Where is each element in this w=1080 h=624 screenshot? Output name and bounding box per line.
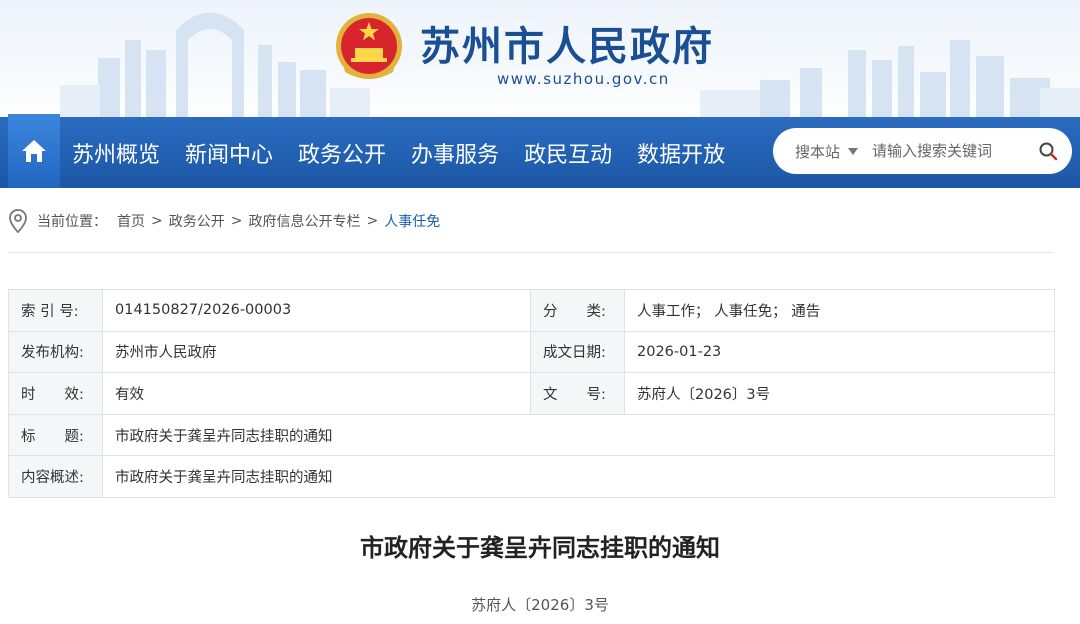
site-url: www.suzhou.gov.cn [497, 70, 670, 88]
nav-home-button[interactable] [8, 114, 60, 188]
date-value: 2026-01-23 [624, 330, 1055, 374]
table-row: 时 效: 有效 文 号: 苏府人〔2026〕3号 [8, 372, 1055, 415]
breadcrumb-prefix: 当前位置： [37, 214, 107, 230]
validity-value: 有效 [102, 372, 531, 415]
index-label: 索 引 号: [8, 289, 103, 332]
search-icon[interactable] [1038, 141, 1058, 161]
nav-item-news[interactable]: 新闻中心 [185, 137, 273, 169]
category-label: 分 类: [530, 289, 625, 332]
summary-value: 市政府关于龚呈卉同志挂职的通知 [102, 455, 1055, 498]
location-pin-icon [9, 209, 27, 233]
national-emblem-icon [336, 13, 402, 79]
table-row: 发布机构: 苏州市人民政府 成文日期: 2026-01-23 [8, 330, 1055, 374]
home-icon [22, 140, 46, 162]
breadcrumb: 当前位置： 首页 > 政务公开 > 政府信息公开专栏 > 人事任免 [8, 208, 440, 234]
table-row: 索 引 号: 014150827/2026-00003 分 类: 人事工作； 人… [8, 289, 1055, 332]
nav-items: 苏州概览 新闻中心 政务公开 办事服务 政民互动 数据开放 [72, 117, 750, 188]
chevron-down-icon[interactable] [848, 147, 859, 155]
nav-item-interaction[interactable]: 政民互动 [524, 137, 612, 169]
breadcrumb-gov-affairs[interactable]: 政务公开 [169, 211, 225, 231]
table-row: 内容概述: 市政府关于龚呈卉同志挂职的通知 [8, 455, 1055, 498]
breadcrumb-current[interactable]: 人事任免 [384, 211, 440, 231]
index-value: 014150827/2026-00003 [102, 289, 531, 332]
publisher-label: 发布机构: [8, 330, 103, 374]
nav-item-open-data[interactable]: 数据开放 [637, 137, 725, 169]
search-box: 搜本站 [773, 128, 1072, 174]
search-input[interactable] [872, 142, 1033, 160]
nav-item-overview[interactable]: 苏州概览 [72, 137, 160, 169]
date-label: 成文日期: [530, 330, 625, 374]
search-scope-select[interactable]: 搜本站 [795, 141, 840, 162]
summary-label: 内容概述: [8, 455, 103, 498]
title-value: 市政府关于龚呈卉同志挂职的通知 [102, 413, 1055, 457]
breadcrumb-separator: > [366, 213, 379, 229]
breadcrumb-separator: > [151, 213, 163, 229]
doc-number-label: 文 号: [530, 372, 625, 415]
article-doc-number: 苏府人〔2026〕3号 [471, 596, 609, 614]
divider [8, 252, 1054, 253]
breadcrumb-home[interactable]: 首页 [117, 211, 145, 231]
nav-item-services[interactable]: 办事服务 [411, 137, 499, 169]
article-title: 市政府关于龚呈卉同志挂职的通知 [360, 534, 720, 562]
document-info-table: 索 引 号: 014150827/2026-00003 分 类: 人事工作； 人… [8, 289, 1055, 498]
category-value: 人事工作； 人事任免； 通告 [624, 289, 1055, 332]
title-label: 标 题: [8, 413, 103, 457]
publisher-value: 苏州市人民政府 [102, 330, 531, 374]
doc-number-value: 苏府人〔2026〕3号 [624, 372, 1055, 415]
validity-label: 时 效: [8, 372, 103, 415]
header-banner: 苏州市人民政府 www.suzhou.gov.cn [0, 0, 1080, 117]
table-row: 标 题: 市政府关于龚呈卉同志挂职的通知 [8, 413, 1055, 457]
breadcrumb-info-column[interactable]: 政府信息公开专栏 [248, 211, 360, 231]
breadcrumb-separator: > [230, 213, 243, 229]
nav-item-gov-affairs[interactable]: 政务公开 [298, 137, 386, 169]
site-title: 苏州市人民政府 [420, 24, 714, 70]
